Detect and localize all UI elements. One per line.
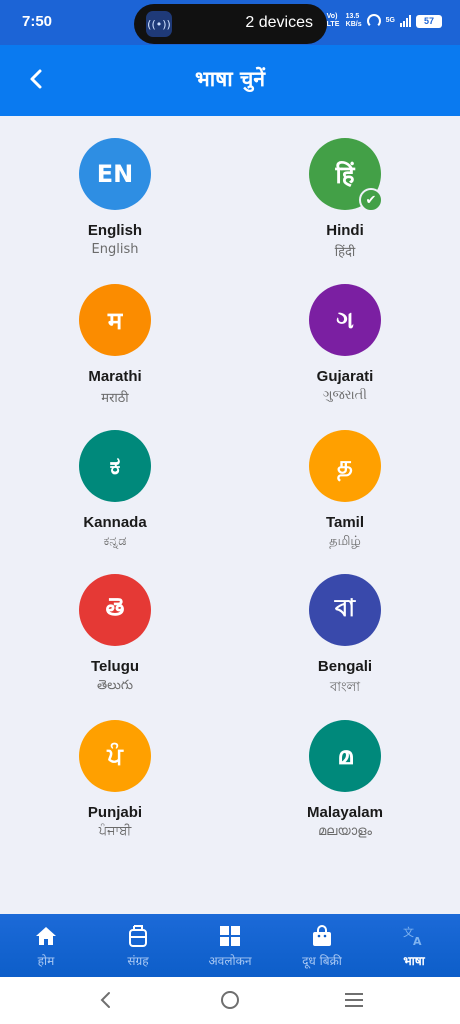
nav-item-home[interactable]: होम <box>0 914 92 977</box>
nav-item-collection[interactable]: संग्रह <box>92 914 184 977</box>
language-badge: हिं ✔ <box>309 138 383 212</box>
language-symbol: ગ <box>336 306 354 334</box>
language-native-name: हिंदी <box>334 245 356 260</box>
language-native-name: বাংলা <box>329 680 361 695</box>
nav-label: होम <box>37 954 55 968</box>
language-name: Kannada <box>83 514 147 531</box>
language-symbol: తె <box>105 593 125 621</box>
language-name: Marathi <box>88 368 142 385</box>
status-icons: Vo) LTE 13.5 KB/s 5G 57 <box>327 13 442 29</box>
language-option-hindi[interactable]: हिं ✔ Hindi हिंदी <box>255 138 435 260</box>
system-nav-bar <box>0 977 460 1024</box>
status-time: 7:50 <box>22 13 53 30</box>
language-symbol: EN <box>96 160 134 188</box>
language-native-name: தமிழ் <box>329 534 361 549</box>
language-native-name: English <box>91 242 139 257</box>
system-home-icon[interactable] <box>221 991 239 1009</box>
language-symbol: த <box>337 450 353 479</box>
language-native-name: മലയാളം <box>318 824 372 839</box>
language-name: Punjabi <box>87 804 143 821</box>
language-badge: বা <box>309 574 381 646</box>
language-badge: ગ <box>309 284 381 356</box>
language-badge: ಕ <box>79 430 151 502</box>
signal-type-text: 5G <box>385 17 395 24</box>
language-option-kannada[interactable]: ಕ Kannada ಕನ್ನಡ <box>25 430 205 549</box>
language-native-name: తెలుగు <box>97 678 133 693</box>
language-name: Telugu <box>90 658 140 675</box>
language-badge: ਪੰ <box>79 720 151 792</box>
status-bar: 7:50 ((•)) 2 devices Vo) LTE 13.5 KB/s 5… <box>0 0 460 45</box>
language-badge: తె <box>79 574 151 646</box>
page-title: भाषा चुनें <box>194 67 266 91</box>
net-speed-text: 13.5 KB/s <box>345 13 362 28</box>
language-symbol: বা <box>334 594 356 622</box>
language-badge: മ <box>309 720 381 792</box>
system-back-icon[interactable] <box>96 990 116 1010</box>
language-symbol: ਪੰ <box>107 742 123 770</box>
language-option-tamil[interactable]: த Tamil தமிழ் <box>255 430 435 550</box>
svg-text:A: A <box>413 935 422 947</box>
language-name: Bengali <box>317 658 373 675</box>
nav-item-milk-sale[interactable]: दूध बिक्री <box>276 914 368 977</box>
nav-label: भाषा <box>403 954 425 968</box>
system-recents-icon[interactable] <box>345 993 363 1007</box>
language-option-english[interactable]: EN English English <box>25 138 205 257</box>
language-option-gujarati[interactable]: ગ Gujarati ગુજરાતી <box>255 284 435 403</box>
language-symbol: മ <box>337 742 353 770</box>
island-text: 2 devices <box>245 14 313 31</box>
language-native-name: ಕನ್ನಡ <box>103 534 127 549</box>
language-badge: த <box>309 430 381 502</box>
dynamic-island[interactable]: ((•)) 2 devices <box>134 4 327 44</box>
language-option-marathi[interactable]: म Marathi मराठी <box>25 284 205 406</box>
nav-label: दूध बिक्री <box>302 954 342 968</box>
bottom-nav: होम संग्रह अवलोकन दूध बिक्री 文A भाषा <box>0 914 460 977</box>
nav-label: संग्रह <box>127 954 149 968</box>
language-name: English <box>87 222 143 239</box>
battery-icon: 57 <box>416 14 442 28</box>
language-icon: 文A <box>402 924 426 948</box>
nav-item-overview[interactable]: अवलोकन <box>184 914 276 977</box>
hotspot-icon: ((•)) <box>146 11 172 37</box>
language-badge: EN <box>79 138 151 210</box>
language-native-name: ગુજરાતી <box>322 388 368 403</box>
milk-sale-icon <box>310 924 334 948</box>
language-symbol: हिं <box>335 160 355 189</box>
language-badge: म <box>79 284 151 356</box>
language-name: Malayalam <box>307 804 383 821</box>
nav-item-language[interactable]: 文A भाषा <box>368 914 460 977</box>
language-symbol: म <box>107 306 123 335</box>
nav-label: अवलोकन <box>208 954 252 968</box>
language-option-punjabi[interactable]: ਪੰ Punjabi ਪੰਜਾਬੀ <box>25 720 205 839</box>
signal-icon <box>400 15 411 27</box>
overview-icon <box>218 924 242 948</box>
language-option-malayalam[interactable]: മ Malayalam മലയാളം <box>255 720 435 839</box>
language-symbol: ಕ <box>109 452 121 480</box>
language-name: Gujarati <box>316 368 374 385</box>
language-native-name: मराठी <box>101 391 129 406</box>
app-bar: भाषा चुनें <box>0 45 460 116</box>
home-icon <box>34 924 58 948</box>
hotspot-status-icon <box>366 14 381 28</box>
language-native-name: ਪੰਜਾਬੀ <box>98 824 132 839</box>
language-name: Hindi <box>326 222 364 239</box>
net-type-text: Vo) LTE <box>326 13 340 28</box>
collection-icon <box>126 924 150 948</box>
language-option-bengali[interactable]: বা Bengali বাংলা <box>255 574 435 699</box>
language-name: Tamil <box>325 514 365 531</box>
check-icon: ✔ <box>359 188 383 212</box>
language-option-telugu[interactable]: తె Telugu తెలుగు <box>25 574 205 696</box>
